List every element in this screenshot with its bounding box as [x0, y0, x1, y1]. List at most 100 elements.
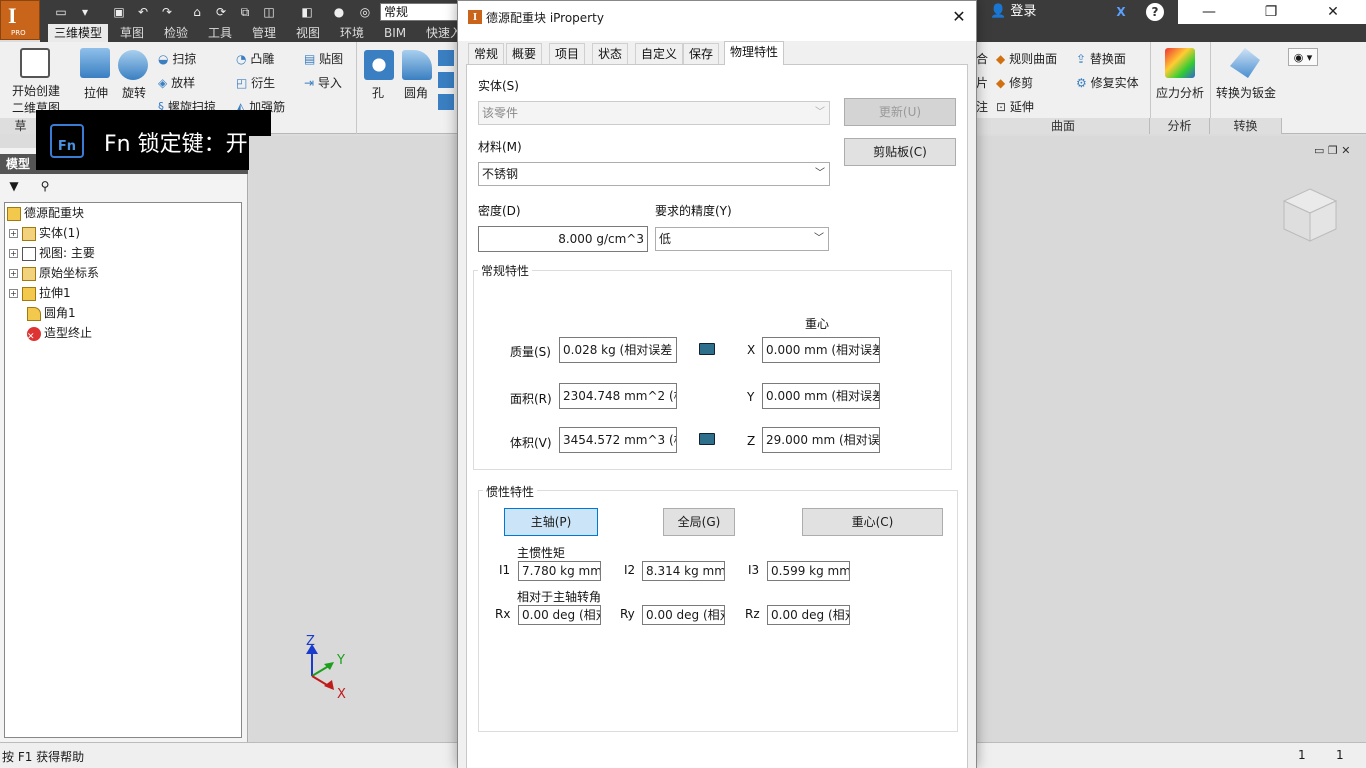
i3-field[interactable]: 0.599 kg mm^: [767, 561, 850, 581]
binoculars-icon[interactable]: ⚲: [36, 178, 54, 194]
density-input[interactable]: 8.000 g/cm^3: [478, 226, 648, 252]
dropdown-arrow-icon[interactable]: ▾: [76, 3, 94, 21]
i2-field[interactable]: 8.314 kg mm^: [642, 561, 725, 581]
tab-general[interactable]: 常规: [468, 43, 505, 65]
volume-field[interactable]: 3454.572 mm^3 (相: [559, 427, 677, 453]
globe-icon[interactable]: ◎: [356, 3, 374, 21]
tab-summary[interactable]: 概要: [506, 43, 543, 65]
tab-bim[interactable]: BIM: [378, 24, 412, 42]
cog-z-field[interactable]: 29.000 mm (相对误差: [762, 427, 880, 453]
create-sketch-button[interactable]: [20, 48, 50, 78]
trim-button[interactable]: ◆ 修剪: [996, 74, 1033, 91]
restore-icon[interactable]: ❐: [1328, 144, 1338, 157]
patch-label[interactable]: 片: [976, 74, 988, 91]
tree-item-fillet[interactable]: 圆角1: [27, 303, 76, 323]
tab-3d-model[interactable]: 三维模型: [48, 24, 109, 42]
expand-icon[interactable]: +: [9, 249, 18, 258]
mass-field[interactable]: 0.028 kg (相对误差 =: [559, 337, 677, 363]
global-button[interactable]: 全局(G): [663, 508, 735, 536]
viewcube-icon[interactable]: [1280, 185, 1340, 245]
tab-project[interactable]: 项目: [549, 43, 586, 65]
stress-analysis-button[interactable]: [1165, 48, 1195, 78]
extend-button[interactable]: ⊡ 延伸: [996, 98, 1034, 115]
hole-button[interactable]: [364, 50, 394, 80]
calculator-icon[interactable]: [699, 343, 715, 355]
sculpt-label[interactable]: 注: [976, 98, 988, 115]
sweep-button[interactable]: ◒ 扫掠: [158, 50, 196, 67]
extrude-button[interactable]: [80, 48, 110, 78]
login-button[interactable]: 👤 登录: [990, 2, 1036, 22]
principal-button[interactable]: 主轴(P): [504, 508, 598, 536]
tree-item-view[interactable]: + 视图: 主要: [9, 243, 95, 263]
app-menu-button[interactable]: I PRO: [0, 0, 40, 40]
tab-environment[interactable]: 环境: [334, 24, 370, 42]
minimize-icon[interactable]: —: [1178, 0, 1240, 24]
derive-button[interactable]: ◰ 衍生: [236, 74, 275, 91]
tab-physical[interactable]: 物理特性: [724, 41, 785, 65]
ruled-surface-button[interactable]: ◆ 规则曲面: [996, 50, 1057, 67]
browser-tree: 德源配重块 + 实体(1) + 视图: 主要 + 原始坐标系 + 拉伸1 圆角1 ✕ 造型…: [4, 202, 242, 738]
import-button[interactable]: ⇥ 导入: [304, 74, 342, 91]
cog-y-field[interactable]: 0.000 mm (相对误差: [762, 383, 880, 409]
material-icon[interactable]: ●: [330, 3, 348, 21]
redo-icon[interactable]: ↷: [158, 3, 176, 21]
measure-icon[interactable]: ◫: [260, 3, 278, 21]
convert-sheet-metal-button[interactable]: [1230, 48, 1260, 78]
tab-tools[interactable]: 工具: [202, 24, 238, 42]
exchange-icon[interactable]: X: [1112, 3, 1130, 21]
tree-item-origin[interactable]: + 原始坐标系: [9, 263, 99, 283]
minimize-icon[interactable]: ▭: [1314, 144, 1324, 157]
expand-icon[interactable]: +: [9, 229, 18, 238]
area-field[interactable]: 2304.748 mm^2 (相: [559, 383, 677, 409]
tree-item-end-of-part[interactable]: ✕ 造型终止: [27, 323, 92, 343]
close-icon[interactable]: ✕: [948, 5, 970, 27]
appearance-icon[interactable]: ◧: [298, 3, 316, 21]
cog-x-field[interactable]: 0.000 mm (相对误差: [762, 337, 880, 363]
chamfer-button[interactable]: [438, 50, 456, 110]
tab-save[interactable]: 保存: [683, 43, 720, 65]
save-icon[interactable]: ▣: [110, 3, 128, 21]
replace-face-button[interactable]: ⇪ 替换面: [1076, 50, 1126, 67]
decal-button[interactable]: ▤ 贴图: [304, 50, 343, 67]
repair-bodies-button[interactable]: ⚙ 修复实体: [1076, 74, 1139, 91]
calculator-icon[interactable]: [699, 433, 715, 445]
expand-icon[interactable]: +: [9, 289, 18, 298]
center-of-gravity-button[interactable]: 重心(C): [802, 508, 943, 536]
loft-button[interactable]: ◈ 放样: [158, 74, 195, 91]
close-icon[interactable]: ✕: [1302, 0, 1364, 24]
revolve-button[interactable]: [118, 50, 148, 80]
tree-item-root[interactable]: 德源配重块: [7, 203, 84, 223]
appearance-combo[interactable]: 常规: [380, 3, 458, 21]
update-icon[interactable]: ⟳: [212, 3, 230, 21]
tab-sketch[interactable]: 草图: [114, 24, 150, 42]
home-icon[interactable]: ⌂: [188, 3, 206, 21]
solid-select[interactable]: 该零件 ﹀: [478, 101, 830, 125]
ribbon-options-dropdown[interactable]: ◉ ▾: [1288, 48, 1318, 66]
stitch-label[interactable]: 合: [976, 50, 988, 67]
fillet-button[interactable]: [402, 50, 432, 80]
emboss-button[interactable]: ◔ 凸雕: [236, 50, 274, 67]
accuracy-select[interactable]: 低 ﹀: [655, 227, 829, 251]
help-icon[interactable]: ?: [1146, 3, 1164, 21]
tab-inspect[interactable]: 检验: [158, 24, 194, 42]
tab-status[interactable]: 状态: [592, 43, 629, 65]
tree-item-solid-bodies[interactable]: + 实体(1): [9, 223, 80, 243]
tab-custom[interactable]: 自定义: [635, 43, 684, 65]
tab-manage[interactable]: 管理: [246, 24, 282, 42]
select-icon[interactable]: ⧉: [236, 3, 254, 21]
restore-icon[interactable]: ❐: [1240, 0, 1302, 24]
rz-field[interactable]: 0.00 deg (相对: [767, 605, 850, 625]
filter-icon[interactable]: ▼: [6, 178, 22, 194]
update-button[interactable]: 更新(U): [844, 98, 956, 126]
close-icon[interactable]: ✕: [1341, 144, 1350, 157]
tree-item-extrude[interactable]: + 拉伸1: [9, 283, 71, 303]
clipboard-button[interactable]: 剪贴板(C): [844, 138, 956, 166]
undo-icon[interactable]: ↶: [134, 3, 152, 21]
new-file-icon[interactable]: ▭: [52, 3, 70, 21]
tab-view[interactable]: 视图: [290, 24, 326, 42]
material-select[interactable]: 不锈钢 ﹀: [478, 162, 830, 186]
ry-field[interactable]: 0.00 deg (相对: [642, 605, 725, 625]
rx-field[interactable]: 0.00 deg (相对: [518, 605, 601, 625]
i1-field[interactable]: 7.780 kg mm^: [518, 561, 601, 581]
expand-icon[interactable]: +: [9, 269, 18, 278]
